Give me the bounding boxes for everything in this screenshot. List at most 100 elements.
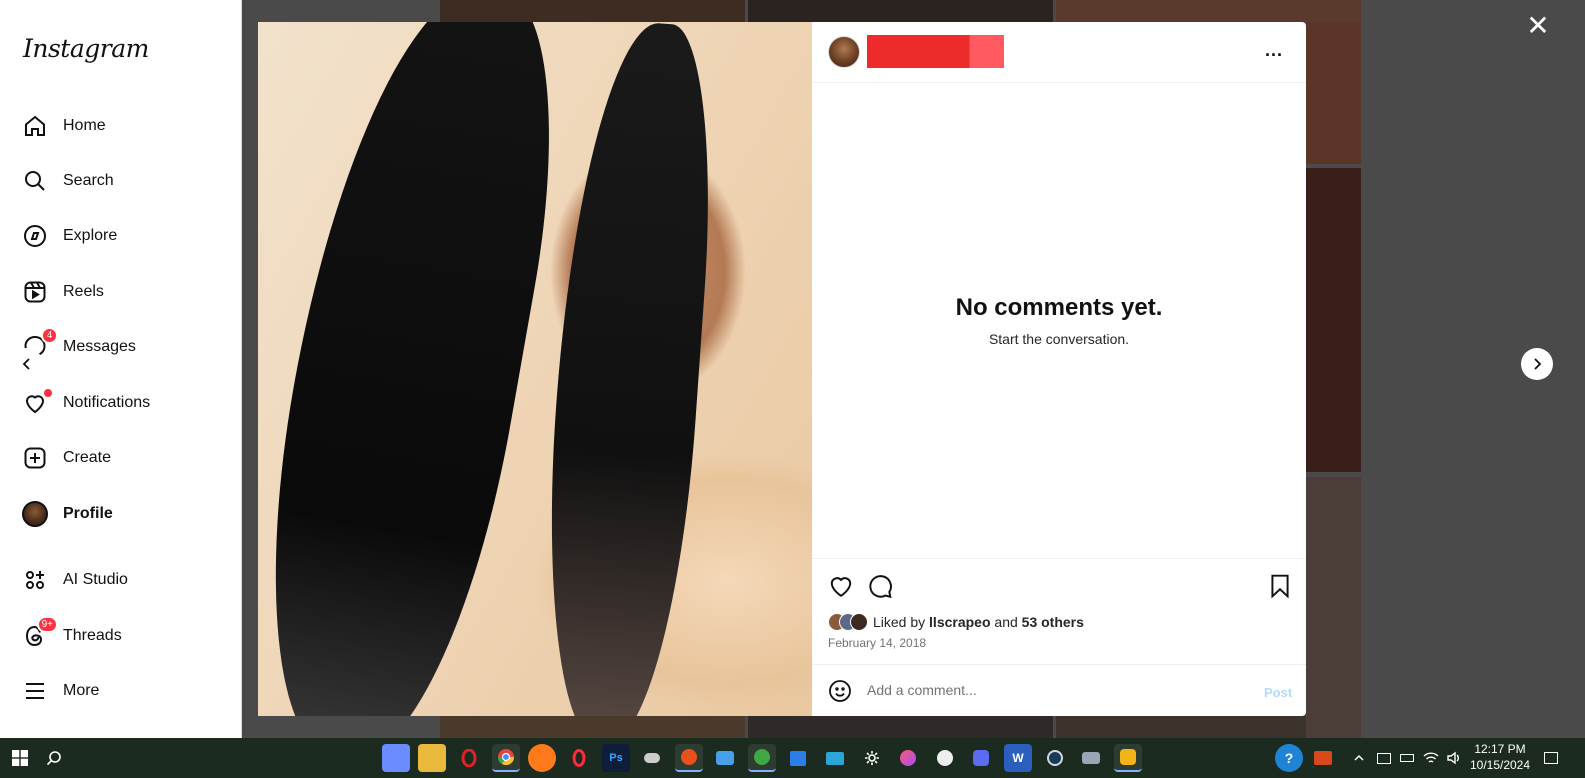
comment-button[interactable] — [867, 573, 893, 599]
word-icon[interactable]: W — [1004, 744, 1032, 772]
opera-gx-icon[interactable] — [565, 744, 593, 772]
post-image-detail — [258, 22, 585, 716]
emoji-button[interactable] — [828, 679, 854, 705]
chrome-icon-glyph — [497, 749, 515, 766]
sidebar-item-profile[interactable]: Profile — [12, 490, 234, 538]
grid-post-thumbnail[interactable] — [1306, 168, 1361, 472]
sidebar-item-more[interactable]: More — [12, 667, 234, 715]
chevron-right-icon — [1534, 358, 1542, 370]
post-actions: Liked by llscrapeo and 53 others Februar… — [812, 558, 1306, 716]
firefox-icon[interactable] — [528, 744, 556, 772]
sidebar-item-label: Notifications — [63, 394, 151, 411]
redacted-username[interactable] — [867, 35, 1004, 68]
likes-text[interactable]: Liked by llscrapeo and 53 others — [873, 614, 1084, 630]
home-icon — [22, 113, 48, 139]
sidebar-item-threads[interactable]: 9+ Threads — [12, 612, 234, 660]
post-date[interactable]: February 14, 2018 — [828, 636, 926, 650]
grid-post-thumbnail[interactable] — [1056, 716, 1306, 738]
plus-square-icon — [22, 445, 48, 471]
opera-gx-icon-glyph — [572, 749, 586, 767]
heart-icon — [22, 389, 52, 416]
post-comment-button[interactable]: Post — [1264, 685, 1292, 700]
comment-input[interactable] — [867, 682, 1247, 698]
no-comments-subtitle: Start the conversation. — [988, 331, 1130, 347]
like-button[interactable] — [828, 573, 854, 599]
file-explorer-icon[interactable] — [418, 744, 446, 772]
notification-dot — [44, 389, 52, 397]
chevron-left-icon — [22, 358, 30, 370]
taskbar: Ps W ? 12:17 PM 10/15/2024 — [0, 738, 1585, 778]
post-image[interactable] — [258, 22, 812, 716]
threads-badge: 9+ — [36, 616, 58, 633]
sidebar-item-label: Create — [63, 449, 112, 466]
photoshop-icon[interactable]: Ps — [602, 744, 630, 772]
settings-icon[interactable] — [858, 744, 886, 772]
likes-summary: Liked by llscrapeo and 53 others — [828, 613, 1084, 631]
app-icon-cyan[interactable] — [821, 744, 849, 772]
close-dialog-button[interactable]: ✕ — [1524, 12, 1552, 40]
app-icon-orange[interactable] — [675, 744, 703, 772]
sidebar-item-notifications[interactable]: Notifications — [12, 379, 234, 427]
sidebar-item-explore[interactable]: Explore — [12, 212, 234, 260]
grid-post-thumbnail[interactable] — [440, 716, 745, 738]
no-comments-title: No comments yet. — [955, 294, 1163, 321]
taskbar-search-button[interactable] — [40, 744, 68, 772]
sidebar-item-label: More — [63, 682, 100, 699]
threads-icon: 9+ — [22, 616, 58, 649]
app-icon-v[interactable] — [931, 744, 959, 772]
volume-icon[interactable] — [1440, 744, 1468, 772]
grid-post-thumbnail[interactable] — [1056, 0, 1361, 22]
sidebar-item-create[interactable]: Create — [12, 434, 234, 482]
app-icon-generic[interactable] — [638, 744, 666, 772]
grid-post-thumbnail[interactable] — [1306, 477, 1361, 738]
previous-post-button[interactable] — [11, 348, 43, 380]
heart-icon — [830, 577, 852, 597]
compass-icon — [22, 223, 48, 249]
app-icon-blue[interactable] — [711, 744, 739, 772]
clock-time: 12:17 PM — [1474, 742, 1526, 756]
gear-icon — [865, 751, 879, 765]
liker-avatar — [850, 613, 868, 631]
camera-icon[interactable] — [1077, 744, 1105, 772]
post-detail-panel: ... No comments yet. Start the conversat… — [812, 22, 1306, 716]
likes-others-count[interactable]: 53 others — [1022, 614, 1084, 630]
instagram-logo[interactable]: Instagram — [23, 34, 149, 63]
copilot-icon[interactable] — [382, 744, 410, 772]
next-post-button[interactable] — [1521, 348, 1553, 380]
grid-post-thumbnail[interactable] — [748, 716, 1053, 738]
grid-post-thumbnail[interactable] — [748, 0, 1053, 22]
author-avatar[interactable] — [828, 36, 860, 68]
notification-center-icon[interactable] — [1537, 744, 1565, 772]
windows-icon — [12, 750, 28, 766]
wifi-glyph — [1423, 752, 1439, 763]
start-button[interactable] — [6, 744, 34, 772]
chevron-up-icon[interactable] — [1345, 744, 1373, 772]
more-options-button[interactable]: ... — [1260, 40, 1288, 64]
avatar — [22, 501, 48, 527]
sidebar-item-label: Home — [63, 117, 106, 134]
store-icon[interactable] — [784, 744, 812, 772]
post-header: ... — [812, 22, 1306, 83]
grid-post-thumbnail[interactable] — [440, 0, 745, 22]
sidebar-item-ai-studio[interactable]: AI Studio — [12, 556, 234, 604]
sidebar-item-home[interactable]: Home — [12, 102, 234, 150]
likes-joiner: and — [994, 614, 1018, 630]
sidebar-item-messages[interactable]: 4 Messages — [12, 323, 234, 371]
grid-post-thumbnail[interactable] — [1306, 22, 1361, 164]
sidebar-item-reels[interactable]: Reels — [12, 268, 234, 316]
help-icon[interactable]: ? — [1275, 744, 1303, 772]
chrome-icon[interactable] — [492, 744, 520, 772]
save-button[interactable] — [1267, 573, 1293, 599]
tray-app-icon[interactable] — [1309, 744, 1337, 772]
chevron-up-glyph — [1354, 754, 1364, 761]
music-icon[interactable] — [894, 744, 922, 772]
app-icon-play[interactable] — [967, 744, 995, 772]
search-icon — [22, 168, 48, 194]
steam-icon[interactable] — [1041, 744, 1069, 772]
system-clock[interactable]: 12:17 PM 10/15/2024 — [1466, 741, 1534, 773]
opera-icon[interactable] — [455, 744, 483, 772]
app-icon-green[interactable] — [748, 744, 776, 772]
app-icon-yellow[interactable] — [1114, 744, 1142, 772]
liker-username[interactable]: llscrapeo — [929, 614, 990, 630]
sidebar-item-search[interactable]: Search — [12, 157, 234, 205]
